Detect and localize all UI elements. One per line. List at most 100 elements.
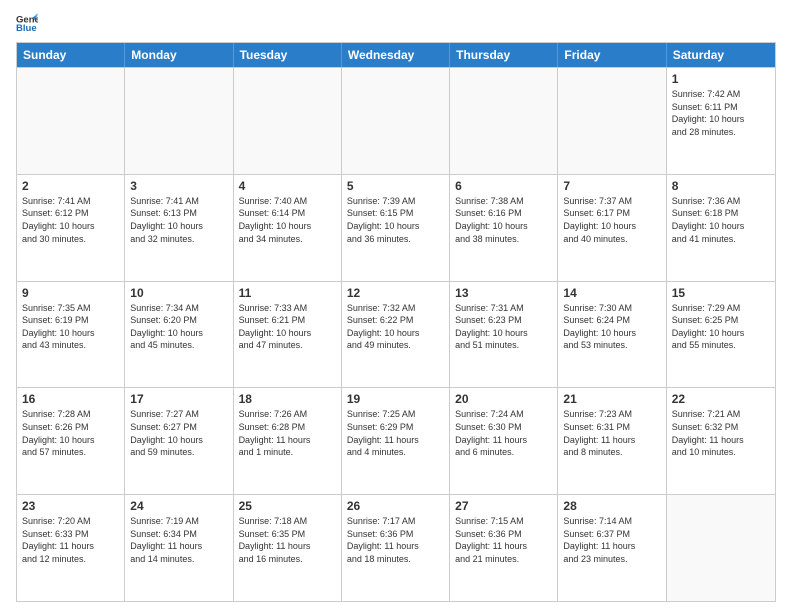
day-number: 25 (239, 499, 336, 513)
day-info: Sunrise: 7:26 AM Sunset: 6:28 PM Dayligh… (239, 408, 336, 458)
day-info: Sunrise: 7:27 AM Sunset: 6:27 PM Dayligh… (130, 408, 227, 458)
header-day-sunday: Sunday (17, 43, 125, 67)
day-cell-15: 15 Sunrise: 7:29 AM Sunset: 6:25 PM Dayli… (667, 282, 775, 388)
day-info: Sunrise: 7:41 AM Sunset: 6:12 PM Dayligh… (22, 195, 119, 245)
day-cell-12: 12 Sunrise: 7:32 AM Sunset: 6:22 PM Dayli… (342, 282, 450, 388)
day-info: Sunrise: 7:36 AM Sunset: 6:18 PM Dayligh… (672, 195, 770, 245)
day-info: Sunrise: 7:35 AM Sunset: 6:19 PM Dayligh… (22, 302, 119, 352)
day-info: Sunrise: 7:34 AM Sunset: 6:20 PM Dayligh… (130, 302, 227, 352)
day-cell-25: 25 Sunrise: 7:18 AM Sunset: 6:35 PM Dayli… (234, 495, 342, 601)
day-info: Sunrise: 7:24 AM Sunset: 6:30 PM Dayligh… (455, 408, 552, 458)
header-day-thursday: Thursday (450, 43, 558, 67)
day-cell-22: 22 Sunrise: 7:21 AM Sunset: 6:32 PM Dayli… (667, 388, 775, 494)
day-info: Sunrise: 7:31 AM Sunset: 6:23 PM Dayligh… (455, 302, 552, 352)
day-cell-24: 24 Sunrise: 7:19 AM Sunset: 6:34 PM Dayli… (125, 495, 233, 601)
day-number: 12 (347, 286, 444, 300)
day-number: 10 (130, 286, 227, 300)
calendar-header-row: SundayMondayTuesdayWednesdayThursdayFrid… (17, 43, 775, 67)
day-info: Sunrise: 7:20 AM Sunset: 6:33 PM Dayligh… (22, 515, 119, 565)
day-number: 24 (130, 499, 227, 513)
day-number: 2 (22, 179, 119, 193)
day-number: 1 (672, 72, 770, 86)
day-info: Sunrise: 7:15 AM Sunset: 6:36 PM Dayligh… (455, 515, 552, 565)
day-cell-1: 1 Sunrise: 7:42 AM Sunset: 6:11 PM Daylig… (667, 68, 775, 174)
logo: General Blue (16, 12, 40, 34)
day-cell-13: 13 Sunrise: 7:31 AM Sunset: 6:23 PM Dayli… (450, 282, 558, 388)
day-number: 16 (22, 392, 119, 406)
day-cell-empty (342, 68, 450, 174)
day-info: Sunrise: 7:18 AM Sunset: 6:35 PM Dayligh… (239, 515, 336, 565)
svg-text:Blue: Blue (16, 23, 37, 34)
day-number: 23 (22, 499, 119, 513)
day-cell-28: 28 Sunrise: 7:14 AM Sunset: 6:37 PM Dayli… (558, 495, 666, 601)
calendar-body: 1 Sunrise: 7:42 AM Sunset: 6:11 PM Daylig… (17, 67, 775, 601)
day-number: 19 (347, 392, 444, 406)
day-number: 5 (347, 179, 444, 193)
day-number: 13 (455, 286, 552, 300)
day-cell-9: 9Sunrise: 7:35 AM Sunset: 6:19 PM Daylig… (17, 282, 125, 388)
day-cell-20: 20 Sunrise: 7:24 AM Sunset: 6:30 PM Dayli… (450, 388, 558, 494)
day-info: Sunrise: 7:39 AM Sunset: 6:15 PM Dayligh… (347, 195, 444, 245)
day-cell-11: 11 Sunrise: 7:33 AM Sunset: 6:21 PM Dayli… (234, 282, 342, 388)
day-info: Sunrise: 7:41 AM Sunset: 6:13 PM Dayligh… (130, 195, 227, 245)
day-cell-empty (558, 68, 666, 174)
day-number: 27 (455, 499, 552, 513)
day-number: 28 (563, 499, 660, 513)
day-info: Sunrise: 7:29 AM Sunset: 6:25 PM Dayligh… (672, 302, 770, 352)
day-cell-23: 23 Sunrise: 7:20 AM Sunset: 6:33 PM Dayli… (17, 495, 125, 601)
header-day-tuesday: Tuesday (234, 43, 342, 67)
day-number: 15 (672, 286, 770, 300)
day-info: Sunrise: 7:40 AM Sunset: 6:14 PM Dayligh… (239, 195, 336, 245)
day-number: 17 (130, 392, 227, 406)
header-day-monday: Monday (125, 43, 233, 67)
logo-icon: General Blue (16, 12, 38, 34)
day-info: Sunrise: 7:32 AM Sunset: 6:22 PM Dayligh… (347, 302, 444, 352)
calendar-week-3: 9Sunrise: 7:35 AM Sunset: 6:19 PM Daylig… (17, 281, 775, 388)
day-cell-4: 4 Sunrise: 7:40 AM Sunset: 6:14 PM Daylig… (234, 175, 342, 281)
day-cell-8: 8 Sunrise: 7:36 AM Sunset: 6:18 PM Daylig… (667, 175, 775, 281)
day-info: Sunrise: 7:21 AM Sunset: 6:32 PM Dayligh… (672, 408, 770, 458)
day-info: Sunrise: 7:42 AM Sunset: 6:11 PM Dayligh… (672, 88, 770, 138)
day-number: 8 (672, 179, 770, 193)
header: General Blue (16, 12, 776, 34)
day-info: Sunrise: 7:19 AM Sunset: 6:34 PM Dayligh… (130, 515, 227, 565)
day-number: 6 (455, 179, 552, 193)
day-cell-14: 14Sunrise: 7:30 AM Sunset: 6:24 PM Dayli… (558, 282, 666, 388)
day-cell-7: 7 Sunrise: 7:37 AM Sunset: 6:17 PM Daylig… (558, 175, 666, 281)
page: General Blue SundayMondayTuesdayWednesda… (0, 0, 792, 612)
calendar-week-2: 2 Sunrise: 7:41 AM Sunset: 6:12 PM Daylig… (17, 174, 775, 281)
day-number: 14 (563, 286, 660, 300)
day-info: Sunrise: 7:38 AM Sunset: 6:16 PM Dayligh… (455, 195, 552, 245)
day-cell-19: 19 Sunrise: 7:25 AM Sunset: 6:29 PM Dayli… (342, 388, 450, 494)
day-number: 11 (239, 286, 336, 300)
day-cell-6: 6 Sunrise: 7:38 AM Sunset: 6:16 PM Daylig… (450, 175, 558, 281)
day-info: Sunrise: 7:28 AM Sunset: 6:26 PM Dayligh… (22, 408, 119, 458)
day-number: 4 (239, 179, 336, 193)
day-info: Sunrise: 7:23 AM Sunset: 6:31 PM Dayligh… (563, 408, 660, 458)
calendar-week-5: 23 Sunrise: 7:20 AM Sunset: 6:33 PM Dayli… (17, 494, 775, 601)
header-day-friday: Friday (558, 43, 666, 67)
day-info: Sunrise: 7:37 AM Sunset: 6:17 PM Dayligh… (563, 195, 660, 245)
day-cell-10: 10 Sunrise: 7:34 AM Sunset: 6:20 PM Dayli… (125, 282, 233, 388)
day-cell-26: 26Sunrise: 7:17 AM Sunset: 6:36 PM Dayli… (342, 495, 450, 601)
calendar-week-1: 1 Sunrise: 7:42 AM Sunset: 6:11 PM Daylig… (17, 67, 775, 174)
calendar-week-4: 16 Sunrise: 7:28 AM Sunset: 6:26 PM Dayli… (17, 387, 775, 494)
day-info: Sunrise: 7:14 AM Sunset: 6:37 PM Dayligh… (563, 515, 660, 565)
day-cell-21: 21 Sunrise: 7:23 AM Sunset: 6:31 PM Dayli… (558, 388, 666, 494)
day-cell-5: 5 Sunrise: 7:39 AM Sunset: 6:15 PM Daylig… (342, 175, 450, 281)
day-cell-empty (125, 68, 233, 174)
day-number: 20 (455, 392, 552, 406)
day-number: 7 (563, 179, 660, 193)
day-number: 22 (672, 392, 770, 406)
day-info: Sunrise: 7:25 AM Sunset: 6:29 PM Dayligh… (347, 408, 444, 458)
day-number: 26 (347, 499, 444, 513)
calendar: SundayMondayTuesdayWednesdayThursdayFrid… (16, 42, 776, 602)
day-cell-18: 18Sunrise: 7:26 AM Sunset: 6:28 PM Dayli… (234, 388, 342, 494)
header-day-saturday: Saturday (667, 43, 775, 67)
day-number: 21 (563, 392, 660, 406)
day-cell-17: 17 Sunrise: 7:27 AM Sunset: 6:27 PM Dayli… (125, 388, 233, 494)
day-number: 3 (130, 179, 227, 193)
day-info: Sunrise: 7:33 AM Sunset: 6:21 PM Dayligh… (239, 302, 336, 352)
day-cell-16: 16 Sunrise: 7:28 AM Sunset: 6:26 PM Dayli… (17, 388, 125, 494)
day-cell-27: 27 Sunrise: 7:15 AM Sunset: 6:36 PM Dayli… (450, 495, 558, 601)
